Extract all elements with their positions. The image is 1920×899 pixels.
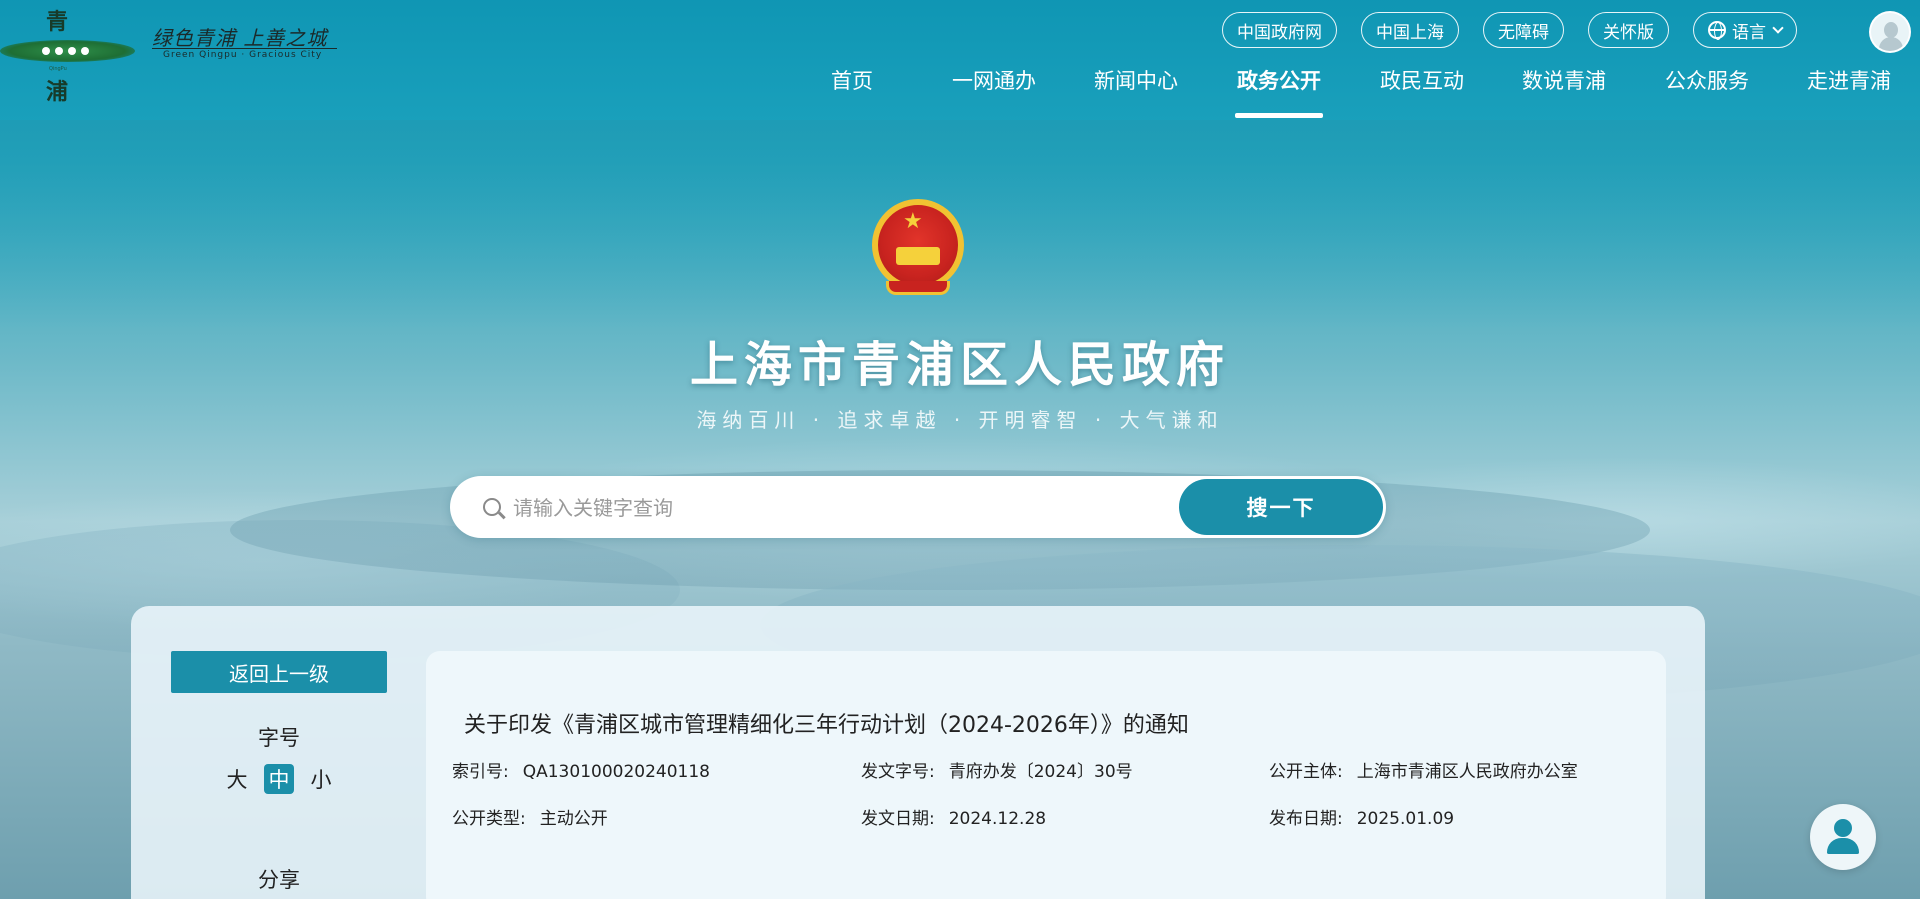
- font-size-medium[interactable]: 中: [264, 764, 294, 794]
- font-size-label: 字号: [258, 726, 300, 750]
- nav-item-interaction[interactable]: 政民互动: [1380, 64, 1464, 120]
- search-input[interactable]: [513, 489, 1113, 527]
- document-title: 关于印发《青浦区城市管理精细化三年行动计划（2024-2026年）》的通知: [464, 713, 1189, 738]
- meta-publisher: 公开主体: 上海市青浦区人民政府办公室: [1269, 757, 1578, 782]
- national-emblem-icon: ★: [868, 197, 968, 302]
- logo-char-top: 青: [46, 9, 69, 35]
- user-icon-body: [1879, 37, 1903, 51]
- quick-link-shanghai[interactable]: 中国上海: [1361, 12, 1459, 48]
- meta-doc-no: 发文字号: 青府办发〔2024〕30号: [861, 757, 1133, 782]
- search-bar: 搜一下: [450, 476, 1386, 538]
- meta-doc-no-key: 发文字号:: [861, 762, 935, 782]
- back-button[interactable]: 返回上一级: [171, 651, 387, 693]
- meta-index: 索引号: QA130100020240118: [452, 757, 710, 782]
- user-icon-body: [1827, 838, 1859, 854]
- meta-doc-no-value: 青府办发〔2024〕30号: [948, 762, 1133, 782]
- meta-type-value: 主动公开: [539, 809, 608, 829]
- meta-type-key: 公开类型:: [452, 809, 526, 829]
- meta-index-value: QA130100020240118: [522, 762, 710, 782]
- emblem-gate: [896, 247, 940, 265]
- chevron-down-icon: [1772, 21, 1784, 34]
- quick-link-gov-cn[interactable]: 中国政府网: [1222, 12, 1337, 48]
- meta-publish-date-value: 2025.01.09: [1356, 809, 1455, 829]
- search-button[interactable]: 搜一下: [1179, 479, 1383, 535]
- user-icon: [1834, 819, 1852, 837]
- quick-link-accessibility[interactable]: 无障碍: [1483, 12, 1564, 48]
- globe-icon: [1708, 21, 1726, 40]
- meta-publisher-key: 公开主体:: [1269, 762, 1343, 782]
- meta-publish-date: 发布日期: 2025.01.09: [1269, 804, 1454, 829]
- meta-type: 公开类型: 主动公开: [452, 804, 608, 829]
- nav-item-news[interactable]: 新闻中心: [1094, 64, 1178, 120]
- site-motto: 海纳百川 · 追求卓越 · 开明睿智 · 大气谦和: [696, 408, 1224, 432]
- site-header: 青 QingPu 浦 绿色青浦 上善之城 Green Qingpu · Grac…: [0, 0, 1920, 120]
- quick-link-care-mode[interactable]: 关怀版: [1588, 12, 1669, 48]
- slogan-divider: [152, 48, 337, 49]
- nav-item-gov-affairs[interactable]: 政务公开: [1235, 64, 1323, 120]
- user-avatar[interactable]: [1869, 11, 1911, 53]
- nav-item-about[interactable]: 走进青浦: [1807, 64, 1891, 120]
- language-label: 语言: [1732, 22, 1766, 43]
- meta-issue-date-value: 2024.12.28: [948, 809, 1047, 829]
- font-size-small[interactable]: 小: [306, 764, 336, 794]
- language-selector[interactable]: 语言: [1693, 12, 1797, 48]
- share-label: 分享: [258, 868, 300, 892]
- meta-issue-date: 发文日期: 2024.12.28: [861, 804, 1046, 829]
- slogan-cn: 绿色青浦 上善之城: [152, 26, 328, 50]
- user-icon: [1884, 22, 1898, 38]
- nav-item-one-stop[interactable]: 一网通办: [952, 64, 1036, 120]
- meta-publish-date-key: 发布日期:: [1269, 809, 1343, 829]
- meta-issue-date-key: 发文日期:: [861, 809, 935, 829]
- emblem-star: ★: [903, 209, 923, 234]
- font-size-switcher: 大 中 小: [222, 764, 336, 794]
- font-size-large[interactable]: 大: [222, 764, 252, 794]
- nav-item-home[interactable]: 首页: [831, 64, 873, 120]
- main-nav: 首页 一网通办 新闻中心 政务公开 政民互动 数说青浦 公众服务 走进青浦: [0, 64, 1920, 120]
- slogan-en: Green Qingpu · Gracious City: [163, 50, 323, 60]
- site-title: 上海市青浦区人民政府: [689, 337, 1230, 393]
- nav-item-public-service[interactable]: 公众服务: [1665, 64, 1749, 120]
- search-icon: [483, 498, 506, 520]
- meta-publisher-value: 上海市青浦区人民政府办公室: [1356, 762, 1578, 782]
- customer-service-button[interactable]: [1810, 804, 1876, 870]
- emblem-ribbon: [886, 281, 950, 295]
- logo-dots-icon: [30, 45, 100, 57]
- nav-item-data[interactable]: 数说青浦: [1522, 64, 1606, 120]
- quick-links: 中国政府网 中国上海 无障碍 关怀版 语言: [1222, 12, 1797, 48]
- meta-index-key: 索引号:: [452, 762, 509, 782]
